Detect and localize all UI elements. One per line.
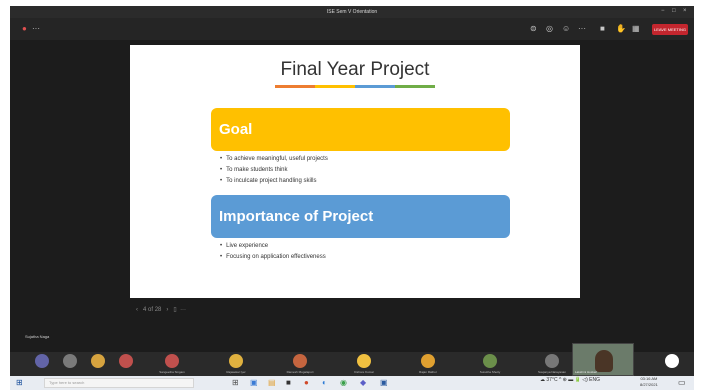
participant-name: Sangeetha Singam — [159, 370, 185, 374]
underline-segment — [355, 85, 395, 88]
meeting-info-icon[interactable]: ··· — [32, 24, 40, 33]
prev-slide-button[interactable]: ‹ — [136, 307, 138, 313]
goal-heading-box: Goal — [211, 108, 510, 151]
camera-icon[interactable]: ■ — [600, 24, 605, 33]
taskbar-search-input[interactable]: Type here to search — [44, 378, 194, 388]
participant-tile[interactable]: Rajan Rathor — [416, 353, 440, 375]
avatar — [483, 354, 497, 368]
participant-tile[interactable]: Kishore Kumar — [352, 353, 376, 375]
record-icon[interactable]: ● — [22, 24, 27, 33]
participant-tile[interactable]: Soujanya Narayanan — [538, 353, 566, 375]
teams-icon[interactable]: ◆ — [360, 378, 366, 387]
maximize-button[interactable]: □ — [672, 8, 676, 14]
participant-name: Rajasekar Iyer — [226, 370, 246, 374]
bullet-item: Focusing on application effectiveness — [220, 252, 326, 263]
participant-tile[interactable] — [114, 353, 138, 375]
reactions-icon[interactable]: ☺ — [562, 24, 570, 33]
windows-taskbar: ⊞ Type here to search ⊞ ▣ ▤ ■ ● ◐ ◉ ◆ ▣ … — [10, 376, 694, 390]
participant-tile[interactable] — [58, 353, 82, 375]
start-button[interactable]: ⊞ — [16, 378, 23, 387]
slide-counter: 4 of 28 — [143, 307, 162, 313]
avatar — [229, 354, 243, 368]
participant-tile[interactable]: Sangeetha Singam — [159, 353, 185, 375]
store-icon[interactable]: ■ — [286, 378, 291, 387]
window-title: ISE Sem V Orientation — [326, 9, 378, 15]
more-options-icon[interactable]: ··· — [180, 307, 186, 313]
avatar — [35, 354, 49, 368]
office-icon[interactable]: ● — [304, 378, 309, 387]
minimize-button[interactable]: − — [661, 8, 665, 14]
goal-bullet-list: To achieve meaningful, useful projects T… — [220, 154, 328, 187]
shared-slide: Final Year Project Goal To achieve meani… — [130, 45, 580, 298]
participant-name: Ramesh Mogalapuri — [286, 370, 314, 374]
bullet-item: To achieve meaningful, useful projects — [220, 154, 328, 165]
participant-tile[interactable]: Surekha Shetty — [478, 353, 502, 375]
avatar — [545, 354, 559, 368]
avatar — [665, 354, 679, 368]
participant-tile[interactable] — [660, 353, 684, 375]
notes-icon[interactable]: ▯ — [173, 307, 176, 313]
edge-icon[interactable]: ◐ — [322, 378, 327, 387]
participant-name: Kishore Kumar — [354, 370, 374, 374]
share-screen-icon[interactable]: ▦ — [632, 24, 640, 33]
chat-icon[interactable]: ⊜ — [530, 24, 537, 33]
video-tile[interactable]: Lakshmi Hoskeri — [572, 343, 634, 376]
participant-name: Surekha Shetty — [479, 370, 501, 374]
people-icon[interactable]: ◎ — [546, 24, 553, 33]
avatar — [91, 354, 105, 368]
clock-date: 8/27/2021 — [640, 382, 658, 387]
participant-tile[interactable]: Ramesh Mogalapuri — [287, 353, 313, 375]
participant-tile[interactable] — [30, 353, 54, 375]
avatar — [293, 354, 307, 368]
participant-name: Rajan Rathor — [419, 370, 437, 374]
leave-meeting-button[interactable]: LEAVE MEETING — [652, 24, 688, 35]
importance-heading-box: Importance of Project — [211, 195, 510, 238]
avatar — [165, 354, 179, 368]
importance-bullet-list: Live experience Focusing on application … — [220, 241, 326, 263]
app-window: ISE Sem V Orientation − □ × ● ··· ⊜ ◎ ☺ … — [10, 6, 694, 390]
system-tray[interactable]: ☁ 37°C ^ ⊕ ▬ 🔋 ◁) ENG — [540, 377, 600, 383]
taskbar-clock[interactable]: 03:16 AM 8/27/2021 — [640, 376, 658, 388]
avatar — [63, 354, 77, 368]
participant-tile[interactable]: Rajasekar Iyer — [224, 353, 248, 375]
presenter-label: Sujatha Naga — [25, 334, 50, 339]
video-participant-name: Lakshmi Hoskeri — [575, 370, 598, 374]
underline-segment — [275, 85, 315, 88]
chrome-icon[interactable]: ◉ — [340, 378, 347, 387]
file-explorer-icon[interactable]: ▤ — [268, 378, 276, 387]
more-actions-icon[interactable]: ··· — [578, 24, 586, 33]
title-bar: ISE Sem V Orientation − □ × — [10, 6, 694, 18]
close-button[interactable]: × — [683, 8, 687, 14]
microphone-icon[interactable]: ✋ — [616, 24, 626, 33]
participant-name: Soujanya Narayanan — [537, 370, 567, 374]
app-icon-1[interactable]: ▣ — [250, 378, 258, 387]
bullet-item: Live experience — [220, 241, 326, 252]
slide-title: Final Year Project — [280, 59, 430, 80]
underline-segment — [315, 85, 355, 88]
next-slide-button[interactable]: › — [166, 307, 168, 313]
participant-tile[interactable] — [86, 353, 110, 375]
participant-video — [595, 350, 613, 372]
slide-navigation: ‹ 4 of 28 › ▯ ··· — [136, 306, 186, 313]
word-icon[interactable]: ▣ — [380, 378, 388, 387]
task-view-icon[interactable]: ⊞ — [232, 378, 239, 387]
avatar — [421, 354, 435, 368]
underline-segment — [395, 85, 435, 88]
presentation-stage: Final Year Project Goal To achieve meani… — [10, 40, 694, 352]
avatar — [357, 354, 371, 368]
bullet-item: To make students think — [220, 165, 328, 176]
notifications-icon[interactable]: ▭ — [678, 378, 686, 387]
avatar — [119, 354, 133, 368]
meeting-toolbar: ● ··· ⊜ ◎ ☺ ··· ■ ✋ ▦ LEAVE MEETING — [10, 18, 694, 40]
title-underline — [275, 85, 435, 88]
bullet-item: To inculcate project handling skills — [220, 176, 328, 187]
